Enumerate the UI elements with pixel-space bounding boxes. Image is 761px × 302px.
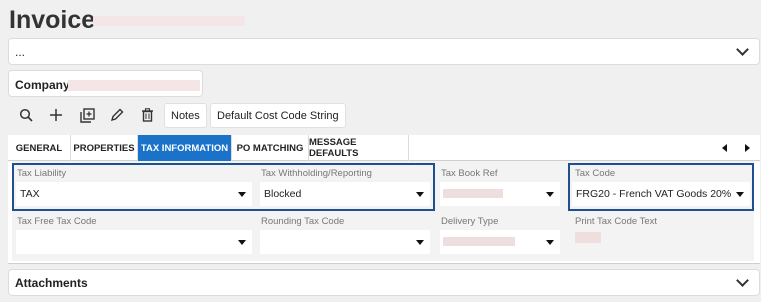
tab-po-matching[interactable]: PO MATCHING <box>232 135 309 161</box>
attachments-label: Attachments <box>15 276 88 290</box>
dropdown-caret-icon <box>416 192 424 197</box>
company-panel: Company: <box>8 70 203 97</box>
pencil-icon[interactable] <box>106 104 128 126</box>
header-collapsible-panel[interactable]: ... <box>8 38 760 65</box>
tax-book-ref-select[interactable] <box>440 182 560 206</box>
delivery-type-label: Delivery Type <box>441 216 499 227</box>
tab-general[interactable]: GENERAL <box>8 135 71 161</box>
tax-withholding-label: Tax Withholding/Reporting <box>261 168 372 179</box>
tab-tax-information[interactable]: TAX INFORMATION <box>138 135 232 161</box>
tab-bar: GENERAL PROPERTIES TAX INFORMATION PO MA… <box>8 135 760 161</box>
page-title: Invoice <box>9 6 96 34</box>
tax-code-label: Tax Code <box>575 168 616 179</box>
tab-scroll-right-icon[interactable] <box>745 144 750 152</box>
tax-liability-label: Tax Liability <box>17 168 67 179</box>
print-tax-code-text-label: Print Tax Code Text <box>575 216 658 227</box>
header-panel-text: ... <box>15 45 26 59</box>
company-value-redacted <box>68 80 200 91</box>
tax-free-tax-code-label: Tax Free Tax Code <box>17 216 97 227</box>
rounding-tax-code-label: Rounding Tax Code <box>261 216 345 227</box>
attachments-panel[interactable]: Attachments <box>8 269 760 296</box>
dropdown-caret-icon <box>416 240 424 245</box>
delivery-type-redacted <box>443 237 515 246</box>
dropdown-caret-icon <box>238 240 246 245</box>
company-label: Company: <box>15 78 74 92</box>
chevron-down-icon[interactable] <box>736 43 749 56</box>
copy-add-icon[interactable] <box>76 104 98 126</box>
tax-book-ref-redacted <box>443 189 503 198</box>
tab-message-defaults[interactable]: MESSAGE DEFAULTS <box>309 135 409 161</box>
rounding-tax-code-select[interactable] <box>260 230 430 254</box>
dropdown-caret-icon <box>238 192 246 197</box>
search-icon[interactable] <box>15 104 37 126</box>
title-redacted <box>93 16 245 26</box>
tab-properties[interactable]: PROPERTIES <box>71 135 138 161</box>
plus-icon[interactable] <box>45 104 67 126</box>
tab-scroll-left-icon[interactable] <box>722 144 727 152</box>
delivery-type-select[interactable] <box>440 230 560 254</box>
print-tax-code-text-redacted <box>575 232 601 243</box>
tax-book-ref-label: Tax Book Ref <box>441 168 498 179</box>
notes-button[interactable]: Notes <box>164 103 207 128</box>
tax-liability-select[interactable]: TAX <box>16 182 252 206</box>
chevron-down-icon[interactable] <box>736 274 749 287</box>
tax-free-tax-code-select[interactable] <box>16 230 252 254</box>
default-cost-code-button[interactable]: Default Cost Code String <box>210 103 346 128</box>
dropdown-caret-icon <box>546 192 554 197</box>
tax-liability-value: TAX <box>20 188 40 200</box>
tax-code-value: FRG20 - French VAT Goods 20% <box>576 188 732 200</box>
tax-information-form: Tax Liability TAX Tax Withholding/Report… <box>8 161 760 264</box>
dropdown-caret-icon <box>546 240 554 245</box>
tax-withholding-value: Blocked <box>264 188 302 200</box>
dropdown-caret-icon <box>736 192 744 197</box>
tax-withholding-select[interactable]: Blocked <box>260 182 430 206</box>
tax-code-select[interactable]: FRG20 - French VAT Goods 20% <box>572 182 750 206</box>
trash-icon[interactable] <box>136 104 158 126</box>
